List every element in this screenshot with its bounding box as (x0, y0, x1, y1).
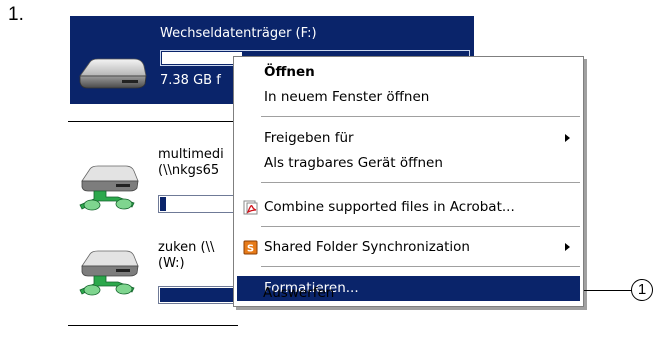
menu-item-label: Freigeben für (264, 130, 354, 146)
network-drive-name: multimedi (\\nkgs65 (158, 147, 224, 178)
submenu-arrow-icon (565, 134, 570, 142)
drive-usage-bar (158, 195, 240, 213)
menu-item-shared-folder-sync[interactable]: S Shared Folder Synchronization (237, 235, 580, 260)
context-menu: Öffnen In neuem Fenster öffnen Freigeben… (233, 56, 584, 307)
submenu-arrow-icon (565, 243, 570, 251)
network-drive-icon (79, 250, 139, 296)
menu-item-label: Shared Folder Synchronization (264, 239, 470, 255)
menu-item-combine-acrobat[interactable]: Combine supported files in Acrobat... (237, 195, 580, 220)
menu-item-open-portable-device[interactable]: Als tragbares Gerät öffnen (237, 151, 580, 176)
menu-item-eject[interactable]: Auswerfen (263, 281, 334, 306)
section-divider (68, 121, 238, 122)
network-drive-name: zuken (\\ (W:) (158, 240, 215, 271)
callout-number: 1 (631, 279, 653, 301)
svg-text:S: S (247, 244, 254, 255)
network-drive-icon (79, 165, 139, 211)
menu-separator (261, 266, 580, 267)
menu-item-label: Combine supported files in Acrobat... (264, 199, 515, 215)
menu-item-open[interactable]: Öffnen (237, 60, 580, 85)
acrobat-icon (243, 200, 258, 215)
menu-item-open-new-window[interactable]: In neuem Fenster öffnen (237, 85, 580, 110)
network-drive-multimedia[interactable]: multimedi (\\nkgs65 (70, 147, 240, 227)
section-divider (68, 325, 238, 326)
callout-line (584, 290, 632, 291)
drive-size-text: 7.38 GB f (160, 73, 221, 88)
menu-item-share-with[interactable]: Freigeben für (237, 126, 580, 151)
menu-separator (261, 116, 580, 117)
drive-usage-bar (158, 286, 240, 304)
drive-name: Wechseldatenträger (F:) (160, 26, 317, 41)
sync-icon: S (243, 240, 258, 255)
removable-drive-icon (79, 58, 147, 89)
menu-separator (261, 182, 580, 183)
step-number: 1. (8, 4, 24, 25)
network-drive-zuken[interactable]: zuken (\\ (W:) (70, 240, 240, 320)
menu-separator (261, 226, 580, 227)
